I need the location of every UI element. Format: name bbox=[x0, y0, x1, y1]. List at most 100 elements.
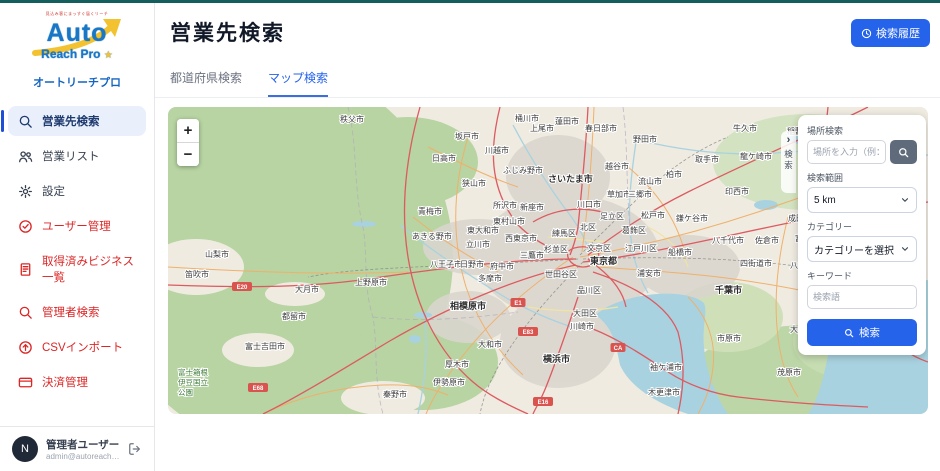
sidebar-item[interactable]: 取得済みビジネス一覧 bbox=[8, 246, 146, 292]
map-place-label: 龍ケ崎市 bbox=[740, 151, 772, 161]
search-icon bbox=[898, 147, 909, 158]
map-place-label: 練馬区 bbox=[552, 228, 576, 238]
map-place-label: 杉並区 bbox=[544, 244, 568, 254]
map-place-label: 川越市 bbox=[485, 145, 509, 155]
map-place-label: 富士箱根 bbox=[178, 367, 208, 377]
logo-mark: Auto Reach Pro ★ bbox=[29, 17, 125, 63]
map-place-label: 印西市 bbox=[725, 186, 749, 196]
avatar: N bbox=[12, 436, 38, 462]
clock-icon bbox=[861, 28, 872, 39]
map-place-label: 新座市 bbox=[520, 202, 544, 212]
svg-text:E20: E20 bbox=[237, 285, 248, 291]
map-place-label: 佐倉市 bbox=[755, 235, 779, 245]
map-place-label: 川崎市 bbox=[570, 321, 594, 331]
sidebar-item[interactable]: CSVインポート bbox=[8, 332, 146, 362]
map-place-label: 野田市 bbox=[633, 134, 657, 144]
radius-label: 検索範囲 bbox=[807, 171, 917, 184]
map-place-label: 袖ケ浦市 bbox=[650, 362, 682, 372]
svg-text:E16: E16 bbox=[538, 400, 549, 406]
map-place-label: 川口市 bbox=[577, 199, 601, 209]
map-place-label: 富士吉田市 bbox=[245, 341, 285, 351]
zoom-in-button[interactable]: + bbox=[177, 119, 199, 142]
map-search-panel: 場所検索 検索範囲 5 km カテゴリー カテゴリーを選択 キーワード bbox=[798, 115, 926, 355]
map-place-label: 伊豆国立 bbox=[178, 377, 208, 387]
sidebar-menu: 営業先検索営業リスト設定ユーザー管理取得済みビジネス一覧管理者検索 CSVインポー… bbox=[0, 106, 154, 397]
card-icon bbox=[18, 375, 33, 390]
radius-select[interactable]: 5 km bbox=[807, 187, 917, 213]
map-place-label: 柏市 bbox=[666, 169, 682, 179]
user-check-icon bbox=[18, 219, 33, 234]
sidebar-item-label: 営業先検索 bbox=[42, 113, 100, 129]
map-place-label: 立川市 bbox=[466, 239, 490, 249]
search-icon bbox=[844, 328, 854, 338]
map-place-label: 取手市 bbox=[695, 154, 719, 164]
page-header: 営業先検索 検索履歴 bbox=[155, 3, 940, 47]
map-place-label: 流山市 bbox=[638, 176, 662, 186]
search-icon bbox=[18, 305, 33, 320]
tab-map-search[interactable]: マップ検索 bbox=[268, 69, 328, 97]
sidebar-item[interactable]: 管理者検索 bbox=[8, 297, 146, 327]
map-place-label: 東村山市 bbox=[493, 216, 525, 226]
users-icon bbox=[18, 149, 33, 164]
search-history-button[interactable]: 検索履歴 bbox=[851, 19, 930, 47]
keyword-input[interactable] bbox=[807, 285, 917, 309]
map-place-label: 大月市 bbox=[295, 284, 319, 294]
chevron-right-icon: › bbox=[787, 135, 791, 146]
map-place-label: 狭山市 bbox=[462, 178, 486, 188]
map-place-label: さいたま市 bbox=[548, 173, 593, 184]
sidebar-item[interactable]: 営業リスト bbox=[8, 141, 146, 171]
brand-subname: Reach Pro ★ bbox=[29, 47, 125, 61]
map-place-label: 松戸市 bbox=[641, 210, 665, 220]
map-place-label: 日野市 bbox=[460, 259, 484, 269]
map-place-label: 公園 bbox=[178, 388, 193, 397]
category-select[interactable]: カテゴリーを選択 bbox=[807, 236, 917, 262]
map-place-label: 文京区 bbox=[587, 243, 611, 253]
location-search-button[interactable] bbox=[890, 140, 917, 164]
map-place-label: 上尾市 bbox=[530, 123, 554, 133]
map-place-label: 大田区 bbox=[573, 308, 597, 318]
map-place-label: 横浜市 bbox=[543, 353, 570, 364]
sidebar-item[interactable]: 設定 bbox=[8, 176, 146, 206]
map-place-label: 府中市 bbox=[490, 261, 514, 271]
zoom-out-button[interactable]: − bbox=[177, 143, 199, 166]
user-area: N 管理者ユーザー admin@autoreach.pro bbox=[0, 426, 154, 471]
map-place-label: 江戸川区 bbox=[625, 244, 657, 253]
map-place-label: 春日部市 bbox=[585, 123, 617, 133]
map-place-label: 坂戸市 bbox=[455, 131, 479, 141]
category-label: カテゴリー bbox=[807, 220, 917, 233]
panel-search-button[interactable]: 検索 bbox=[807, 319, 917, 346]
map-place-label: 多摩市 bbox=[478, 273, 502, 283]
svg-text:E1: E1 bbox=[514, 301, 522, 307]
panel-collapse-toggle[interactable]: › 検索 bbox=[781, 131, 796, 193]
svg-text:CA: CA bbox=[614, 346, 623, 352]
brand-name: Auto bbox=[29, 19, 125, 48]
svg-text:E68: E68 bbox=[253, 386, 264, 392]
map-place-label: 所沢市 bbox=[493, 200, 517, 210]
map-place-label: 足立区 bbox=[600, 211, 624, 221]
sidebar-item[interactable]: 営業先検索 bbox=[8, 106, 146, 136]
map-place-label: 牛久市 bbox=[733, 123, 757, 133]
top-accent-bar bbox=[0, 0, 940, 3]
map-place-label: 鎌ケ谷市 bbox=[676, 213, 708, 223]
user-email: admin@autoreach.pro bbox=[46, 452, 120, 461]
sidebar-item[interactable]: ユーザー管理 bbox=[8, 211, 146, 241]
map-place-label: ふじみ野市 bbox=[503, 165, 543, 175]
upload-icon bbox=[18, 340, 33, 355]
logo[interactable]: 見込み客にまっすぐ届くリーチ Auto Reach Pro ★ オートリーチプロ bbox=[0, 3, 154, 90]
map-place-label: あきる野市 bbox=[412, 231, 452, 241]
chevron-down-icon bbox=[900, 195, 910, 205]
brand-name-jp: オートリーチプロ bbox=[0, 74, 154, 90]
map-place-label: 東京都 bbox=[590, 255, 617, 266]
sidebar-item[interactable]: 決済管理 bbox=[8, 367, 146, 397]
logout-icon[interactable] bbox=[128, 442, 142, 456]
location-input[interactable] bbox=[807, 140, 886, 164]
user-meta: 管理者ユーザー admin@autoreach.pro bbox=[46, 437, 120, 461]
map-place-label: 秩父市 bbox=[340, 114, 364, 124]
map-place-label: 伊勢原市 bbox=[433, 377, 465, 387]
tab-prefecture-search[interactable]: 都道府県検索 bbox=[170, 69, 242, 97]
map-place-label: 越谷市 bbox=[605, 161, 629, 171]
panel-toggle-label: 検索 bbox=[784, 149, 793, 170]
map-place-label: 厚木市 bbox=[445, 359, 469, 369]
map-place-label: 笛吹市 bbox=[185, 269, 209, 279]
motorway-badge: E83 bbox=[518, 327, 538, 336]
